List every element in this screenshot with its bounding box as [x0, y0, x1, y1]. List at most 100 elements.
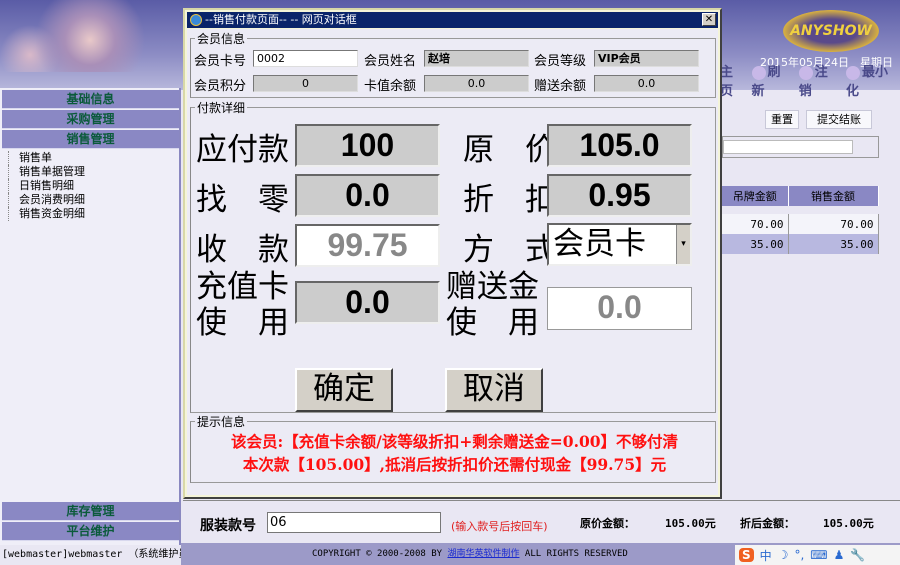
cell: 35.00	[788, 234, 879, 254]
punctuation-icon[interactable]: °,	[794, 548, 804, 562]
minimize-button[interactable]: 最小化	[846, 61, 900, 99]
vendor-link[interactable]: 湖南华英软件制作	[447, 549, 519, 559]
submenu-daily-sales[interactable]: 日销售明细	[8, 179, 85, 193]
submenu-sales-funds[interactable]: 销售资金明细	[8, 207, 85, 221]
info-line1: 该会员:【充值卡余额/该等级折扣+剩余赠送金=0.00】不够付清	[230, 432, 679, 451]
orig-total-value: 105.00元	[665, 517, 716, 530]
balance-field: 0.0	[424, 75, 529, 92]
gift-use-input[interactable]: 0.0	[547, 287, 692, 330]
search-area	[722, 136, 879, 158]
cell: 70.00	[788, 214, 879, 234]
chevron-down-icon[interactable]: ▾	[676, 225, 690, 264]
confirm-button[interactable]: 确定	[295, 368, 393, 412]
wrench-icon[interactable]: 🔧	[850, 548, 865, 562]
payment-section: 付款详细 应付款 100 原 价 105.0 找 零 0.0 折 扣 0.95 …	[190, 99, 716, 413]
card-use-label: 充值卡使 用	[196, 269, 289, 341]
col-sale-amount: 销售金额	[788, 186, 879, 206]
dialog-titlebar: --销售付款页面-- -- 网页对话框 ✕	[187, 12, 718, 28]
logout-button[interactable]: 注销	[798, 61, 840, 99]
member-legend: 会员信息	[197, 32, 246, 46]
gift-use-label-line1: 赠送金	[446, 269, 539, 305]
orig-total-label: 原价金额：	[580, 517, 635, 530]
menu-inventory[interactable]: 库存管理	[2, 502, 179, 521]
submit-checkout-button[interactable]: 提交结账	[806, 110, 872, 129]
refresh-icon	[751, 65, 766, 80]
payment-legend: 付款详细	[197, 101, 246, 115]
col-tag-amount: 吊牌金额	[722, 186, 789, 206]
disc-total-label: 折后金额：	[740, 517, 795, 530]
menu-basic-info[interactable]: 基础信息	[2, 90, 179, 109]
submenu-sales-docs[interactable]: 销售单据管理	[8, 165, 85, 179]
info-message: 该会员:【充值卡余额/该等级折扣+剩余赠送金=0.00】不够付清 本次款【105…	[197, 430, 712, 476]
due-amount: 100	[295, 124, 440, 167]
menu-purchase[interactable]: 采购管理	[2, 110, 179, 129]
info-legend: 提示信息	[197, 415, 246, 429]
change-label: 找 零	[196, 182, 289, 218]
points-field: 0	[253, 75, 358, 92]
sogou-logo[interactable]: S	[739, 548, 754, 562]
gift-balance-label: 赠送余额	[534, 79, 587, 94]
keyboard-icon[interactable]: ⌨	[810, 548, 827, 562]
search-input[interactable]	[723, 140, 853, 154]
member-level-field: VIP会员	[594, 50, 699, 67]
sales-submenu: 销售单 销售单据管理 日销售明细 会员消费明细 销售资金明细	[8, 151, 85, 221]
style-input[interactable]: 06	[267, 512, 441, 533]
member-name-field: 赵培	[424, 50, 529, 67]
balance-label: 卡值余额	[364, 79, 417, 94]
style-hint: (输入款号后按回车)	[451, 520, 548, 533]
menu-platform[interactable]: 平台维护	[2, 522, 179, 541]
payment-method-select[interactable]: 会员卡 ▾	[547, 223, 692, 266]
logout-icon	[798, 65, 813, 80]
points-label: 会员积分	[194, 79, 247, 94]
submenu-sales-order[interactable]: 销售单	[8, 151, 85, 165]
table-row[interactable]: 70.00 70.00	[722, 214, 879, 234]
menu-sales[interactable]: 销售管理	[2, 130, 179, 149]
cancel-button[interactable]: 取消	[445, 368, 543, 412]
copyright: COPYRIGHT © 2000-2008 BY 湖南华英软件制作 ALL RI…	[312, 543, 628, 565]
ime-lang[interactable]: 中	[760, 547, 772, 564]
ime-toolbar: S 中 ☽ °, ⌨ ♟ 🔧	[735, 545, 900, 565]
level-label: 会员等级	[534, 54, 587, 69]
change-amount: 0.0	[295, 174, 440, 217]
payment-method-value: 会员卡	[553, 226, 646, 262]
ie-icon	[190, 14, 202, 26]
top-toolbar: 主页 刷新 注销 最小化	[720, 65, 900, 99]
received-label: 收 款	[196, 232, 289, 268]
minimize-icon	[846, 65, 860, 80]
discount-label: 折 扣	[463, 182, 556, 218]
user-icon[interactable]: ♟	[834, 548, 845, 562]
sales-table: 吊牌金额 销售金额 70.00 70.00 35.00 35.00	[722, 186, 879, 254]
card-use-amount: 0.0	[295, 281, 440, 324]
table-row[interactable]: 35.00 35.00	[722, 234, 879, 254]
discount-value: 0.95	[547, 174, 692, 217]
card-number-input[interactable]: 0002	[253, 50, 358, 67]
gift-use-label-line2: 使 用	[446, 305, 539, 341]
fireworks-image	[0, 0, 185, 72]
current-user: [webmaster]webmaster （系统维护员）	[2, 549, 199, 560]
orig-price-label: 原 价	[463, 132, 556, 168]
copyright-pre: COPYRIGHT © 2000-2008 BY	[312, 549, 448, 559]
submenu-member-consumption[interactable]: 会员消费明细	[8, 193, 85, 207]
payment-dialog: --销售付款页面-- -- 网页对话框 ✕ 会员信息 会员卡号 0002 会员姓…	[183, 8, 722, 499]
style-label: 服装款号	[200, 518, 256, 534]
refresh-button[interactable]: 刷新	[751, 61, 793, 99]
moon-icon[interactable]: ☽	[778, 548, 789, 562]
card-use-label-line1: 充值卡	[196, 269, 289, 305]
member-info-section: 会员信息 会员卡号 0002 会员姓名 赵培 会员等级 VIP会员 会员积分 0…	[190, 30, 716, 98]
gift-use-label: 赠送金使 用	[446, 269, 539, 341]
disc-total-value: 105.00元	[823, 517, 874, 530]
received-input[interactable]: 99.75	[295, 224, 440, 267]
reset-button[interactable]: 重置	[765, 110, 799, 129]
orig-price: 105.0	[547, 124, 692, 167]
dialog-title: --销售付款页面-- -- 网页对话框	[205, 13, 357, 26]
cell: 70.00	[722, 214, 789, 234]
anyshow-logo: ANYSHOW	[783, 10, 879, 52]
gift-balance-field: 0.0	[594, 75, 699, 92]
close-button[interactable]: ✕	[702, 13, 716, 26]
bottom-bar: 服装款号 06 (输入款号后按回车) 原价金额： 105.00元 折后金额： 1…	[183, 500, 900, 543]
home-button[interactable]: 主页	[720, 61, 746, 99]
sidebar: 基础信息 采购管理 销售管理 销售单 销售单据管理 日销售明细 会员消费明细 销…	[0, 88, 181, 545]
dialog-body: 会员信息 会员卡号 0002 会员姓名 赵培 会员等级 VIP会员 会员积分 0…	[187, 29, 718, 495]
info-line2: 本次款【105.00】,抵消后按折扣价还需付现金【99.75】元	[242, 455, 667, 474]
name-label: 会员姓名	[364, 54, 417, 69]
